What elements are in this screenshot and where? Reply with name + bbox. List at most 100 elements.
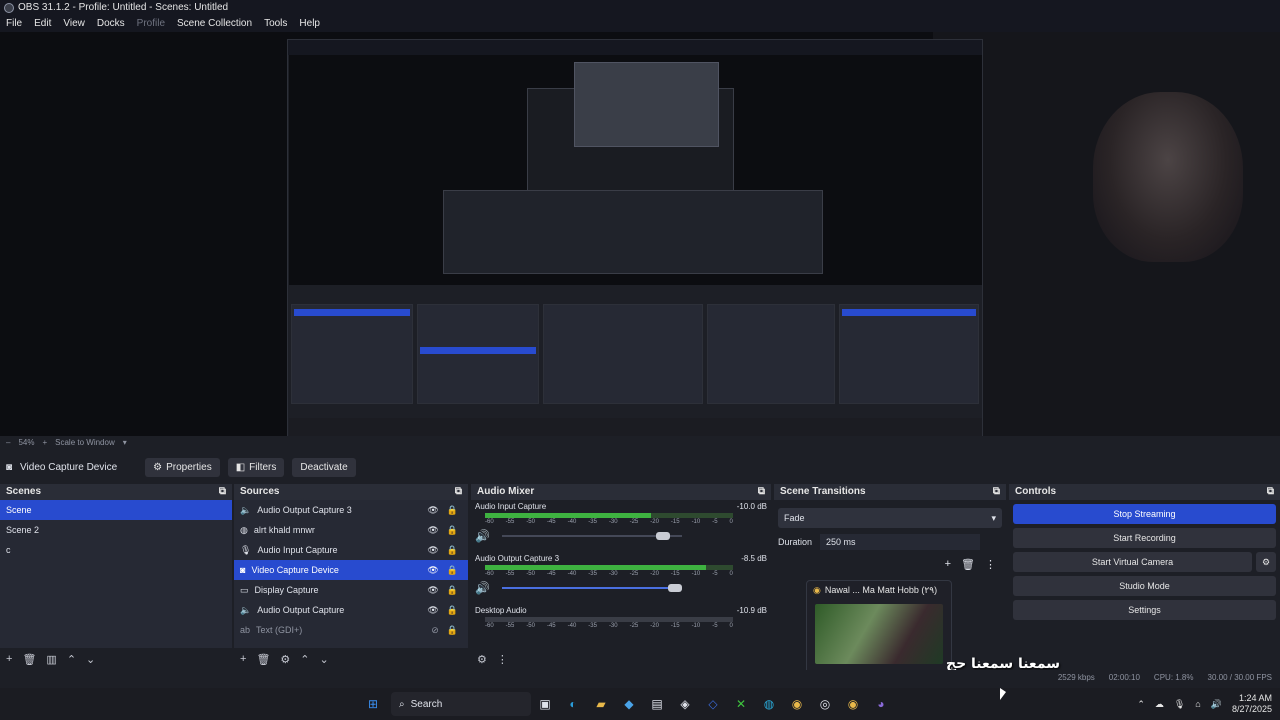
- move-down-icon[interactable]: ⌄: [320, 653, 329, 666]
- source-item[interactable]: ▭ Display Capture 👁 🔒: [234, 580, 468, 600]
- menu-scene-collection[interactable]: Scene Collection: [171, 16, 258, 32]
- preview-canvas[interactable]: [0, 32, 1280, 436]
- lock-icon[interactable]: 🔒: [447, 580, 458, 600]
- lock-icon[interactable]: 🔒: [447, 560, 458, 580]
- virtual-camera-settings-icon[interactable]: ⚙: [1256, 552, 1276, 572]
- app-icon[interactable]: ◈: [674, 693, 696, 715]
- taskbar-search[interactable]: ⌕ Search: [391, 692, 531, 716]
- lock-icon[interactable]: 🔒: [447, 620, 458, 640]
- transition-select[interactable]: Fade ▾: [778, 508, 1002, 528]
- status-bar: 2529 kbps 02:00:10 CPU: 1.8% 30.00 / 30.…: [0, 670, 1280, 686]
- file-explorer-icon[interactable]: ▰: [590, 693, 612, 715]
- messenger-icon[interactable]: ◕: [870, 693, 892, 715]
- undock-icon[interactable]: ⧉: [993, 484, 1000, 500]
- volume-slider[interactable]: [501, 532, 682, 540]
- add-transition-icon[interactable]: +: [945, 558, 951, 571]
- duration-input[interactable]: 250 ms: [820, 534, 981, 550]
- source-item[interactable]: 🔈 Audio Output Capture 3 👁 🔒: [234, 500, 468, 520]
- edge-icon[interactable]: ◐: [562, 693, 584, 715]
- volume-slider[interactable]: [501, 584, 682, 592]
- speaker-icon[interactable]: 🔊: [475, 581, 490, 595]
- filters-button[interactable]: ◧ Filters: [227, 457, 285, 477]
- chevron-up-icon[interactable]: ⌃: [1137, 699, 1145, 710]
- vscode-icon[interactable]: ◇: [702, 693, 724, 715]
- volume-handle[interactable]: [667, 584, 682, 592]
- scene-item[interactable]: Scene: [0, 500, 232, 520]
- eye-icon[interactable]: 👁: [427, 580, 438, 600]
- remove-scene-icon[interactable]: 🗑: [22, 653, 36, 666]
- source-item[interactable]: 🎙 Audio Input Capture 👁 🔒: [234, 540, 468, 560]
- start-recording-button[interactable]: Start Recording: [1013, 528, 1276, 548]
- undock-icon[interactable]: ⧉: [455, 484, 462, 500]
- remove-transition-icon[interactable]: 🗑: [961, 558, 975, 571]
- scene-item[interactable]: c: [0, 540, 232, 560]
- tick-label: -15: [670, 519, 680, 525]
- remove-source-icon[interactable]: 🗑: [256, 653, 270, 666]
- undock-icon[interactable]: ⧉: [758, 484, 765, 500]
- menu-edit[interactable]: Edit: [28, 16, 57, 32]
- copilot-icon[interactable]: ◆: [618, 693, 640, 715]
- source-item[interactable]: ab Text (GDI+) ⊘ 🔒: [234, 620, 468, 640]
- zoom-in-button[interactable]: +: [42, 436, 47, 450]
- task-view-icon[interactable]: ▣: [534, 693, 556, 715]
- start-virtual-camera-button[interactable]: Start Virtual Camera: [1013, 552, 1252, 572]
- add-scene-icon[interactable]: +: [6, 653, 12, 665]
- undock-icon[interactable]: ⧉: [219, 484, 226, 500]
- menu-view[interactable]: View: [57, 16, 91, 32]
- source-item[interactable]: ◍ alrt khald mnwr 👁 🔒: [234, 520, 468, 540]
- eye-icon[interactable]: 👁: [427, 540, 438, 560]
- volume-handle[interactable]: [655, 532, 670, 540]
- store-icon[interactable]: ▤: [646, 693, 668, 715]
- move-up-icon[interactable]: ⌃: [300, 653, 309, 666]
- person-image: [1093, 92, 1243, 262]
- chrome-icon[interactable]: ◉: [786, 693, 808, 715]
- scale-mode[interactable]: Scale to Window: [55, 436, 115, 450]
- excel-icon[interactable]: ✕: [730, 693, 752, 715]
- add-source-icon[interactable]: +: [240, 653, 246, 665]
- eye-icon[interactable]: 👁: [427, 560, 438, 580]
- eye-hidden-icon[interactable]: ⊘: [431, 620, 439, 640]
- browser-icon[interactable]: ◍: [758, 693, 780, 715]
- microphone-icon[interactable]: 🎙: [1174, 699, 1185, 710]
- kebab-menu-icon[interactable]: ⋮: [985, 558, 996, 571]
- eye-icon[interactable]: 👁: [427, 600, 438, 620]
- cloud-icon[interactable]: ☁: [1155, 699, 1164, 710]
- menu-file[interactable]: File: [0, 16, 28, 32]
- obs-taskbar-icon[interactable]: ◎: [814, 693, 836, 715]
- windows-start-icon[interactable]: ⊞: [362, 693, 384, 715]
- source-item[interactable]: 🔈 Audio Output Capture 👁 🔒: [234, 600, 468, 620]
- channel-db: -10.0 dB: [736, 502, 767, 511]
- volume-icon[interactable]: 🔊: [1211, 699, 1222, 710]
- transitions-title: Scene Transitions: [780, 486, 866, 497]
- deactivate-button[interactable]: Deactivate: [292, 457, 356, 477]
- undock-icon[interactable]: ⧉: [1267, 484, 1274, 500]
- source-settings-icon[interactable]: ⚙: [280, 653, 290, 666]
- menu-help[interactable]: Help: [293, 16, 326, 32]
- chevron-down-icon[interactable]: ▾: [123, 436, 127, 450]
- speaker-icon[interactable]: 🔊: [475, 529, 490, 543]
- eye-icon[interactable]: 👁: [427, 500, 438, 520]
- chrome-icon[interactable]: ◉: [842, 693, 864, 715]
- eye-icon[interactable]: 👁: [427, 520, 438, 540]
- lock-icon[interactable]: 🔒: [447, 540, 458, 560]
- stop-streaming-button[interactable]: Stop Streaming: [1013, 504, 1276, 524]
- move-down-icon[interactable]: ⌄: [86, 653, 95, 666]
- taskbar-thumbnail-popup[interactable]: ◉ Nawal ... Ma Matt Hobb (٢٩): [806, 580, 952, 676]
- move-up-icon[interactable]: ⌃: [67, 653, 76, 666]
- studio-mode-button[interactable]: Studio Mode: [1013, 576, 1276, 596]
- source-item[interactable]: ◙ Video Capture Device 👁 🔒: [234, 560, 468, 580]
- network-icon[interactable]: ⌂: [1195, 699, 1200, 709]
- scene-item[interactable]: Scene 2: [0, 520, 232, 540]
- sources-header: Sources ⧉: [234, 484, 468, 500]
- zoom-out-button[interactable]: –: [6, 436, 10, 450]
- lock-icon[interactable]: 🔒: [447, 520, 458, 540]
- menu-profile[interactable]: Profile: [131, 16, 171, 32]
- settings-button[interactable]: Settings: [1013, 600, 1276, 620]
- menu-docks[interactable]: Docks: [91, 16, 131, 32]
- menu-tools[interactable]: Tools: [258, 16, 293, 32]
- clock[interactable]: 1:24 AM 8/27/2025: [1232, 693, 1272, 715]
- scene-filter-icon[interactable]: ▥: [46, 653, 56, 666]
- lock-icon[interactable]: 🔒: [447, 600, 458, 620]
- lock-icon[interactable]: 🔒: [447, 500, 458, 520]
- properties-button[interactable]: ⚙ Properties: [145, 457, 220, 477]
